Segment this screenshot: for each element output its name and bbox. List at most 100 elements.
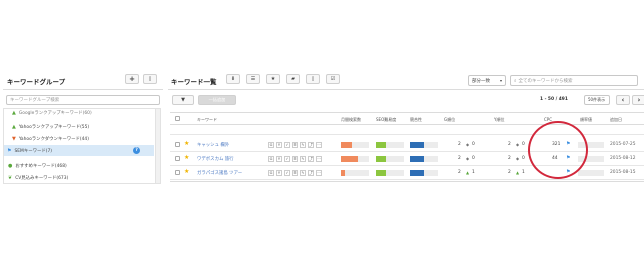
g-change-icon: ◆ xyxy=(466,142,470,147)
prev-page-button[interactable]: ‹ xyxy=(616,95,630,105)
chevron-down-icon: ▾ xyxy=(499,78,502,83)
volume-bar xyxy=(341,156,369,162)
row-action-icon[interactable]: ⋯ xyxy=(316,170,322,176)
rate-bar xyxy=(578,170,604,176)
g-rank: 2 xyxy=(458,156,461,161)
leaf-icon: ❦ xyxy=(8,175,13,181)
header-keyword[interactable]: キーワード xyxy=(197,117,217,123)
competition-bar xyxy=(410,142,438,148)
group-item[interactable]: ▲ Yahooランクアップキーワード(55) xyxy=(12,124,89,130)
filter-button[interactable]: ▼ xyxy=(172,95,194,105)
delete-group-button[interactable]: ▯ xyxy=(143,74,157,84)
group-tree: ▲ Googleランクアップキーワード(60) ▲ Yahooランクアップキーワ… xyxy=(3,108,161,184)
seo-bar xyxy=(376,156,404,162)
arrow-up-icon: ▲ xyxy=(12,124,16,130)
header-seo[interactable]: SEO難易度 xyxy=(376,117,396,123)
row-action-icon[interactable]: ⤴ xyxy=(308,142,314,148)
row-action-icon[interactable]: ⋯ xyxy=(316,156,322,162)
group-search-input[interactable]: キーワードグループ検索 xyxy=(6,95,160,105)
keyword-link[interactable]: キャッシュ 欄外 xyxy=(197,142,229,148)
keyword-list-title: キーワード一覧 xyxy=(171,78,217,86)
group-item[interactable]: ● おすすめキーワード(468) xyxy=(8,163,67,169)
g-change: 1 xyxy=(472,170,475,175)
match-type-select[interactable]: 部分一致 ▾ xyxy=(468,75,506,86)
keyword-search-input[interactable]: ⌕ 全てのキーワードから検索 xyxy=(510,75,638,86)
trash-button[interactable]: ▯ xyxy=(306,74,320,84)
competition-bar-fill xyxy=(410,142,424,148)
row-action-icon[interactable]: ✓ xyxy=(284,156,290,162)
row-action-icon[interactable]: ✎ xyxy=(300,170,306,176)
table-header-top xyxy=(170,112,644,113)
group-item[interactable]: ▲ Googleランクアップキーワード(60) xyxy=(12,110,92,116)
row-checkbox[interactable] xyxy=(175,156,180,161)
download-button[interactable]: ⬇ xyxy=(226,74,240,84)
g-change: 0 xyxy=(472,142,475,147)
competition-bar xyxy=(410,156,438,162)
row-action-icon[interactable]: ☰ xyxy=(292,156,298,162)
row-action-icon[interactable]: G xyxy=(268,156,274,162)
row-action-icon[interactable]: Y xyxy=(276,142,282,148)
table-bottom xyxy=(170,181,644,182)
add-group-button[interactable]: + xyxy=(125,74,139,84)
search-icon: ⌕ xyxy=(514,78,517,84)
per-page-select[interactable]: 50件表示 xyxy=(584,95,610,105)
competition-bar-fill xyxy=(410,156,424,162)
row-divider xyxy=(170,179,644,180)
y-change: 0 xyxy=(522,156,525,161)
group-item-selected[interactable]: ⚑ SEMキーワード(7) ? xyxy=(4,145,154,156)
header-date[interactable]: 追加日 xyxy=(610,117,622,123)
header-competition[interactable]: 競合性 xyxy=(410,117,422,123)
arrow-up-icon: ▲ xyxy=(12,110,16,116)
star-icon[interactable]: ★ xyxy=(184,169,189,175)
group-item[interactable]: ❦ CV見込みキーワード(673) xyxy=(8,175,68,181)
star-icon[interactable]: ★ xyxy=(184,141,189,147)
volume-bar-fill xyxy=(341,156,358,162)
row-action-icon[interactable]: ✓ xyxy=(284,170,290,176)
pagination-info: 1 - 50 / 491 xyxy=(540,97,568,102)
y-change: 0 xyxy=(522,142,525,147)
seo-bar xyxy=(376,170,404,176)
thumb-icon: ● xyxy=(8,163,13,169)
highlight-circle xyxy=(528,121,588,179)
row-action-icon[interactable]: Y xyxy=(276,156,282,162)
keyword-link[interactable]: ガラパゴス諸島 ツアー xyxy=(197,170,242,176)
right-panel-divider xyxy=(168,89,644,90)
row-action-icon[interactable]: ⤴ xyxy=(308,156,314,162)
star-button[interactable]: ★ xyxy=(266,74,280,84)
competition-bar-fill xyxy=(410,170,424,176)
row-action-icon[interactable]: G xyxy=(268,142,274,148)
list-button[interactable]: ☰ xyxy=(246,74,260,84)
row-checkbox[interactable] xyxy=(175,170,180,175)
header-g-rank[interactable]: G順位 xyxy=(444,117,455,123)
g-rank: 2 xyxy=(458,170,461,175)
volume-bar-fill xyxy=(341,142,353,148)
row-action-icon[interactable]: ⋯ xyxy=(316,142,322,148)
added-date: 2015-08-12 xyxy=(610,156,636,161)
tree-scrollbar[interactable] xyxy=(155,109,160,183)
keyword-link[interactable]: ワデボスカム 旅行 xyxy=(197,156,234,162)
row-action-icon[interactable]: ✎ xyxy=(300,156,306,162)
folder-button[interactable]: ▰ xyxy=(286,74,300,84)
next-page-button[interactable]: › xyxy=(632,95,644,105)
header-volume[interactable]: 月間検索数 xyxy=(341,117,361,123)
filter-icon: ▼ xyxy=(181,97,185,103)
y-change: 1 xyxy=(522,170,525,175)
header-rate[interactable]: 順率値 xyxy=(580,117,592,123)
row-action-icon[interactable]: ✓ xyxy=(284,142,290,148)
bulk-add-button[interactable]: 一括追加 xyxy=(198,95,236,105)
row-action-icon[interactable]: ☰ xyxy=(292,142,298,148)
row-action-icon[interactable]: ⤴ xyxy=(308,170,314,176)
checklist-button[interactable]: ☑ xyxy=(326,74,340,84)
star-icon[interactable]: ★ xyxy=(184,155,189,161)
header-y-rank[interactable]: Y順位 xyxy=(494,117,504,123)
row-checkbox[interactable] xyxy=(175,142,180,147)
row-action-icon[interactable]: ✎ xyxy=(300,142,306,148)
group-item[interactable]: ▼ Yahooランクダウンキーワード(44) xyxy=(12,136,89,142)
row-action-icon[interactable]: ☰ xyxy=(292,170,298,176)
select-all-checkbox[interactable] xyxy=(175,116,180,121)
help-icon[interactable]: ? xyxy=(133,147,140,154)
row-action-icon[interactable]: Y xyxy=(276,170,282,176)
row-action-icon[interactable]: G xyxy=(268,170,274,176)
download-icon: ⬇ xyxy=(230,76,236,82)
volume-bar-fill xyxy=(341,170,346,176)
